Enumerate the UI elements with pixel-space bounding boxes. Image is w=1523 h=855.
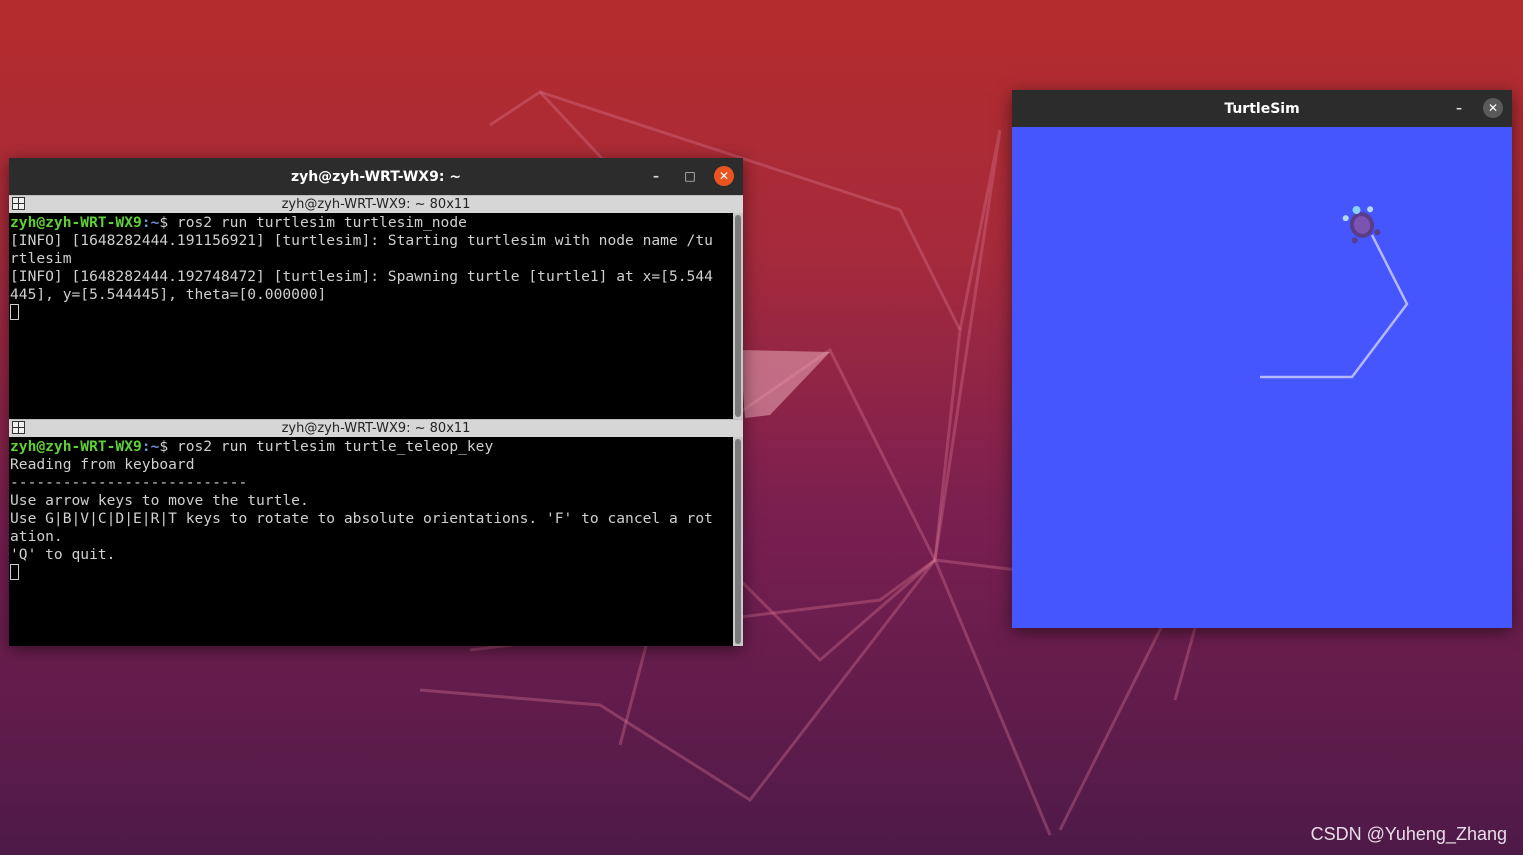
- turtle-icon: [1342, 205, 1381, 244]
- pane-header-top[interactable]: zyh@zyh-WRT-WX9: ~ 80x11: [9, 195, 743, 213]
- output-line: ---------------------------: [10, 474, 248, 491]
- output-line: ation.: [10, 528, 63, 545]
- terminal-window[interactable]: zyh@zyh-WRT-WX9: ~ – □ ✕ zyh@zyh-WRT-WX9…: [9, 158, 743, 646]
- text-cursor: [10, 304, 19, 320]
- prompt-user: zyh@zyh-WRT-WX9: [10, 214, 142, 231]
- watermark: CSDN @Yuheng_Zhang: [1310, 824, 1507, 844]
- minimize-button[interactable]: –: [646, 166, 666, 186]
- output-line: Use arrow keys to move the turtle.: [10, 492, 309, 509]
- pane-title: zyh@zyh-WRT-WX9: ~ 80x11: [281, 421, 471, 436]
- output-line: Use G|B|V|C|D|E|R|T keys to rotate to ab…: [10, 510, 713, 527]
- output-line: Reading from keyboard: [10, 456, 195, 473]
- split-pane-icon[interactable]: [12, 421, 25, 434]
- turtle-path-drawing: [1260, 205, 1409, 379]
- output-line: 445], y=[5.544445], theta=[0.000000]: [10, 286, 327, 303]
- window-controls: – ✕: [1449, 98, 1503, 118]
- window-controls: – □ ✕: [646, 166, 734, 186]
- pane-header-bottom[interactable]: zyh@zyh-WRT-WX9: ~ 80x11: [9, 419, 743, 437]
- scrollbar-thumb[interactable]: [735, 215, 741, 417]
- close-button[interactable]: ✕: [1483, 98, 1503, 118]
- turtlesim-title: TurtleSim: [1224, 100, 1300, 117]
- prompt-path: :~: [141, 214, 160, 231]
- minimize-button[interactable]: –: [1449, 98, 1469, 118]
- scrollbar-track[interactable]: [733, 213, 743, 419]
- turtlesim-canvas: [1012, 127, 1512, 628]
- command-line: zyh@zyh-WRT-WX9:~$ ros2 run turtlesim tu…: [10, 438, 731, 456]
- maximize-button[interactable]: □: [680, 166, 700, 186]
- terminal-titlebar[interactable]: zyh@zyh-WRT-WX9: ~ – □ ✕: [9, 158, 743, 195]
- terminal-title: zyh@zyh-WRT-WX9: ~: [290, 168, 462, 185]
- split-pane-icon[interactable]: [12, 197, 25, 210]
- terminal-pane-bottom[interactable]: zyh@zyh-WRT-WX9:~$ ros2 run turtlesim tu…: [9, 437, 743, 646]
- command-text: $ ros2 run turtlesim turtlesim_node: [159, 214, 467, 231]
- close-button[interactable]: ✕: [714, 166, 734, 186]
- prompt-user: zyh@zyh-WRT-WX9: [10, 438, 142, 455]
- command-text: $ ros2 run turtlesim turtle_teleop_key: [159, 438, 494, 455]
- output-line: [INFO] [1648282444.192748472] [turtlesim…: [10, 268, 713, 285]
- turtle-path: [1260, 234, 1409, 379]
- prompt-path: :~: [141, 438, 160, 455]
- turtlesim-window[interactable]: TurtleSim – ✕: [1012, 90, 1512, 628]
- output-line: rtlesim: [10, 250, 72, 267]
- scrollbar-track[interactable]: [733, 437, 743, 646]
- terminal-pane-top[interactable]: zyh@zyh-WRT-WX9:~$ ros2 run turtlesim tu…: [9, 213, 743, 419]
- text-cursor: [10, 564, 19, 580]
- scrollbar-thumb[interactable]: [735, 439, 741, 644]
- output-line: [INFO] [1648282444.191156921] [turtlesim…: [10, 232, 713, 249]
- output-line: 'Q' to quit.: [10, 546, 116, 563]
- pane-title: zyh@zyh-WRT-WX9: ~ 80x11: [281, 197, 471, 212]
- command-line: zyh@zyh-WRT-WX9:~$ ros2 run turtlesim tu…: [10, 214, 731, 232]
- turtlesim-titlebar[interactable]: TurtleSim – ✕: [1012, 90, 1512, 127]
